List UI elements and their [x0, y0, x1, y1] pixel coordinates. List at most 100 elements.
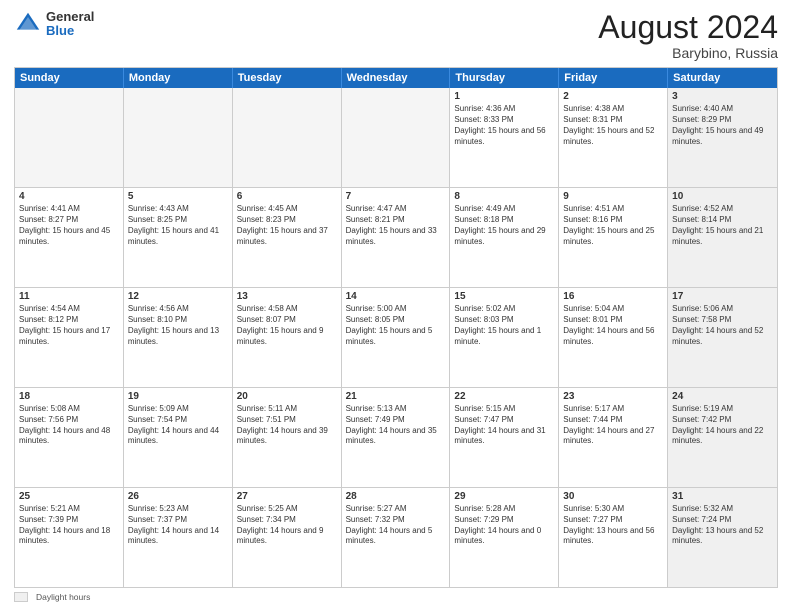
calendar-cell: 15Sunrise: 5:02 AMSunset: 8:03 PMDayligh…	[450, 288, 559, 387]
day-number: 16	[563, 291, 663, 302]
calendar-cell: 11 Sunrise: 4:54 AMSunset: 8:12 PMDayligh…	[15, 288, 124, 387]
cell-details: Sunrise: 5:28 AMSunset: 7:29 PMDaylight:…	[454, 504, 554, 547]
logo-text: General Blue	[46, 10, 94, 39]
day-number: 2	[563, 91, 663, 102]
cell-details: Sunrise: 4:45 AMSunset: 8:23 PMDaylight:…	[237, 204, 337, 247]
cell-details: Sunrise: 5:00 AMSunset: 8:05 PMDaylight:…	[346, 304, 446, 347]
day-number: 13	[237, 291, 337, 302]
day-number: 24	[672, 391, 773, 402]
day-number: 30	[563, 491, 663, 502]
calendar-cell: 27Sunrise: 5:25 AMSunset: 7:34 PMDayligh…	[233, 488, 342, 587]
day-of-week-header: Saturday	[668, 68, 777, 88]
day-number: 5	[128, 191, 228, 202]
day-of-week-header: Monday	[124, 68, 233, 88]
cell-details: Sunrise: 5:30 AMSunset: 7:27 PMDaylight:…	[563, 504, 663, 547]
day-of-week-header: Sunday	[15, 68, 124, 88]
calendar-week-row: 11 Sunrise: 4:54 AMSunset: 8:12 PMDayligh…	[15, 287, 777, 387]
day-number: 29	[454, 491, 554, 502]
logo-icon	[14, 10, 42, 38]
day-of-week-header: Tuesday	[233, 68, 342, 88]
calendar-cell: 7 Sunrise: 4:47 AMSunset: 8:21 PMDaylight…	[342, 188, 451, 287]
cell-details: Sunrise: 4:36 AMSunset: 8:33 PMDaylight:…	[454, 104, 554, 147]
cell-details: Sunrise: 5:25 AMSunset: 7:34 PMDaylight:…	[237, 504, 337, 547]
cell-details: Sunrise: 4:51 AMSunset: 8:16 PMDaylight:…	[563, 204, 663, 247]
day-number: 20	[237, 391, 337, 402]
day-of-week-header: Thursday	[450, 68, 559, 88]
title-block: August 2024 Barybino, Russia	[598, 10, 778, 61]
calendar-cell: 1Sunrise: 4:36 AMSunset: 8:33 PMDaylight…	[450, 88, 559, 187]
calendar-header: SundayMondayTuesdayWednesdayThursdayFrid…	[15, 68, 777, 88]
calendar-cell: 26 Sunrise: 5:23 AMSunset: 7:37 PMDayligh…	[124, 488, 233, 587]
logo-blue: Blue	[46, 23, 74, 38]
day-number: 8	[454, 191, 554, 202]
cell-details: Sunrise: 4:54 AMSunset: 8:12 PMDaylight:…	[19, 304, 119, 347]
day-number: 3	[672, 91, 773, 102]
calendar-cell: 12 Sunrise: 4:56 AMSunset: 8:10 PMDayligh…	[124, 288, 233, 387]
cell-details: Sunrise: 5:23 AMSunset: 7:37 PMDaylight:…	[128, 504, 228, 547]
day-number: 11	[19, 291, 119, 302]
cell-details: Sunrise: 4:52 AMSunset: 8:14 PMDaylight:…	[672, 204, 773, 247]
calendar-cell: 23 Sunrise: 5:17 AMSunset: 7:44 PMDayligh…	[559, 388, 668, 487]
day-number: 23	[563, 391, 663, 402]
calendar-cell	[15, 88, 124, 187]
cell-details: Sunrise: 4:56 AMSunset: 8:10 PMDaylight:…	[128, 304, 228, 347]
calendar-cell: 21Sunrise: 5:13 AMSunset: 7:49 PMDayligh…	[342, 388, 451, 487]
calendar-week-row: 1Sunrise: 4:36 AMSunset: 8:33 PMDaylight…	[15, 88, 777, 187]
day-number: 15	[454, 291, 554, 302]
calendar-cell: 24 Sunrise: 5:19 AMSunset: 7:42 PMDayligh…	[668, 388, 777, 487]
calendar-cell: 10 Sunrise: 4:52 AMSunset: 8:14 PMDayligh…	[668, 188, 777, 287]
calendar-cell: 25Sunrise: 5:21 AMSunset: 7:39 PMDayligh…	[15, 488, 124, 587]
day-number: 7	[346, 191, 446, 202]
calendar-cell: 8 Sunrise: 4:49 AMSunset: 8:18 PMDaylight…	[450, 188, 559, 287]
calendar-week-row: 18 Sunrise: 5:08 AMSunset: 7:56 PMDayligh…	[15, 387, 777, 487]
day-number: 21	[346, 391, 446, 402]
cell-details: Sunrise: 5:15 AMSunset: 7:47 PMDaylight:…	[454, 404, 554, 447]
calendar-cell: 18 Sunrise: 5:08 AMSunset: 7:56 PMDayligh…	[15, 388, 124, 487]
cell-details: Sunrise: 5:04 AMSunset: 8:01 PMDaylight:…	[563, 304, 663, 347]
day-number: 10	[672, 191, 773, 202]
day-number: 18	[19, 391, 119, 402]
cell-details: Sunrise: 5:32 AMSunset: 7:24 PMDaylight:…	[672, 504, 773, 547]
logo-general: General	[46, 9, 94, 24]
cell-details: Sunrise: 4:41 AMSunset: 8:27 PMDaylight:…	[19, 204, 119, 247]
day-number: 12	[128, 291, 228, 302]
cell-details: Sunrise: 4:43 AMSunset: 8:25 PMDaylight:…	[128, 204, 228, 247]
calendar-body: 1Sunrise: 4:36 AMSunset: 8:33 PMDaylight…	[15, 88, 777, 587]
day-number: 14	[346, 291, 446, 302]
cell-details: Sunrise: 5:08 AMSunset: 7:56 PMDaylight:…	[19, 404, 119, 447]
cell-details: Sunrise: 4:47 AMSunset: 8:21 PMDaylight:…	[346, 204, 446, 247]
cell-details: Sunrise: 5:06 AMSunset: 7:58 PMDaylight:…	[672, 304, 773, 347]
calendar-cell: 31 Sunrise: 5:32 AMSunset: 7:24 PMDayligh…	[668, 488, 777, 587]
day-number: 31	[672, 491, 773, 502]
day-number: 9	[563, 191, 663, 202]
calendar-cell: 6 Sunrise: 4:45 AMSunset: 8:23 PMDaylight…	[233, 188, 342, 287]
location: Barybino, Russia	[598, 45, 778, 61]
day-number: 6	[237, 191, 337, 202]
cell-details: Sunrise: 4:49 AMSunset: 8:18 PMDaylight:…	[454, 204, 554, 247]
day-number: 19	[128, 391, 228, 402]
logo: General Blue	[14, 10, 94, 39]
calendar-week-row: 25Sunrise: 5:21 AMSunset: 7:39 PMDayligh…	[15, 487, 777, 587]
calendar-cell: 9 Sunrise: 4:51 AMSunset: 8:16 PMDaylight…	[559, 188, 668, 287]
day-number: 26	[128, 491, 228, 502]
calendar-cell: 3Sunrise: 4:40 AMSunset: 8:29 PMDaylight…	[668, 88, 777, 187]
day-number: 22	[454, 391, 554, 402]
day-number: 17	[672, 291, 773, 302]
cell-details: Sunrise: 4:58 AMSunset: 8:07 PMDaylight:…	[237, 304, 337, 347]
calendar-cell	[124, 88, 233, 187]
calendar-cell: 14 Sunrise: 5:00 AMSunset: 8:05 PMDayligh…	[342, 288, 451, 387]
cell-details: Sunrise: 5:21 AMSunset: 7:39 PMDaylight:…	[19, 504, 119, 547]
calendar-cell: 13 Sunrise: 4:58 AMSunset: 8:07 PMDayligh…	[233, 288, 342, 387]
calendar-cell: 20Sunrise: 5:11 AMSunset: 7:51 PMDayligh…	[233, 388, 342, 487]
calendar-cell: 28Sunrise: 5:27 AMSunset: 7:32 PMDayligh…	[342, 488, 451, 587]
day-of-week-header: Wednesday	[342, 68, 451, 88]
cell-details: Sunrise: 5:17 AMSunset: 7:44 PMDaylight:…	[563, 404, 663, 447]
cell-details: Sunrise: 5:19 AMSunset: 7:42 PMDaylight:…	[672, 404, 773, 447]
calendar-cell: 30 Sunrise: 5:30 AMSunset: 7:27 PMDayligh…	[559, 488, 668, 587]
calendar-cell: 19 Sunrise: 5:09 AMSunset: 7:54 PMDayligh…	[124, 388, 233, 487]
cell-details: Sunrise: 5:09 AMSunset: 7:54 PMDaylight:…	[128, 404, 228, 447]
calendar-cell: 16 Sunrise: 5:04 AMSunset: 8:01 PMDayligh…	[559, 288, 668, 387]
calendar-week-row: 4Sunrise: 4:41 AMSunset: 8:27 PMDaylight…	[15, 187, 777, 287]
calendar-cell: 5 Sunrise: 4:43 AMSunset: 8:25 PMDaylight…	[124, 188, 233, 287]
cell-details: Sunrise: 5:27 AMSunset: 7:32 PMDaylight:…	[346, 504, 446, 547]
